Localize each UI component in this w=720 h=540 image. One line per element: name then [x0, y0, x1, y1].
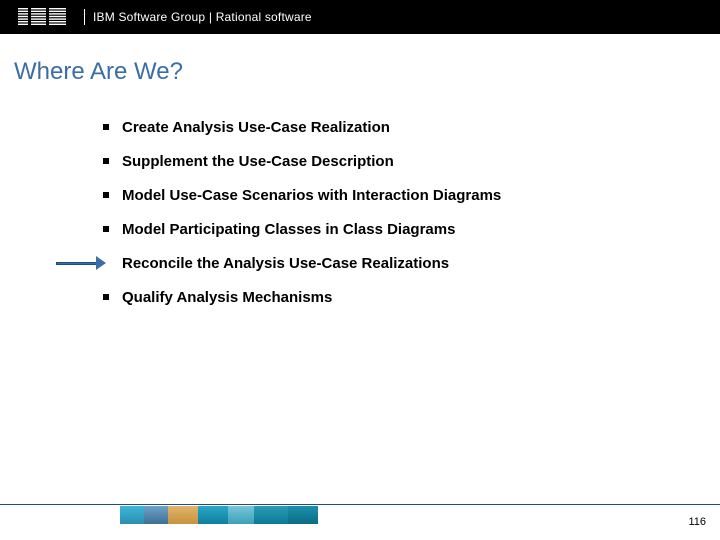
square-bullet-icon	[96, 158, 116, 164]
slide-title: Where Are We?	[14, 58, 183, 86]
list-item: Supplement the Use-Case Description	[96, 144, 680, 178]
list-item: Create Analysis Use-Case Realization	[96, 110, 680, 144]
list-item-label: Reconcile the Analysis Use-Case Realizat…	[122, 255, 449, 272]
slide: IBM Software Group | Rational software W…	[0, 0, 720, 540]
list-item-label: Model Use-Case Scenarios with Interactio…	[122, 187, 501, 204]
square-bullet-icon	[96, 124, 116, 130]
footer: 116	[0, 504, 720, 526]
arrow-right-icon	[56, 256, 106, 270]
footer-rule	[0, 504, 720, 505]
square-bullet-icon	[96, 294, 116, 300]
header-bar: IBM Software Group | Rational software	[0, 0, 720, 34]
square-bullet-icon	[96, 192, 116, 198]
ibm-logo	[18, 8, 66, 26]
footer-decoration	[120, 506, 318, 524]
list-item-label: Supplement the Use-Case Description	[122, 153, 394, 170]
page-number: 116	[688, 516, 706, 528]
list-item-label: Create Analysis Use-Case Realization	[122, 119, 390, 136]
list-item-label: Qualify Analysis Mechanisms	[122, 289, 332, 306]
list-item-label: Model Participating Classes in Class Dia…	[122, 221, 455, 238]
header-divider	[84, 9, 85, 25]
list-item: Model Use-Case Scenarios with Interactio…	[96, 178, 680, 212]
bullet-list: Create Analysis Use-Case Realization Sup…	[96, 110, 680, 314]
list-item-highlighted: Reconcile the Analysis Use-Case Realizat…	[96, 246, 680, 280]
list-item: Qualify Analysis Mechanisms	[96, 280, 680, 314]
square-bullet-icon	[96, 226, 116, 232]
list-item: Model Participating Classes in Class Dia…	[96, 212, 680, 246]
header-text: IBM Software Group | Rational software	[93, 10, 312, 24]
